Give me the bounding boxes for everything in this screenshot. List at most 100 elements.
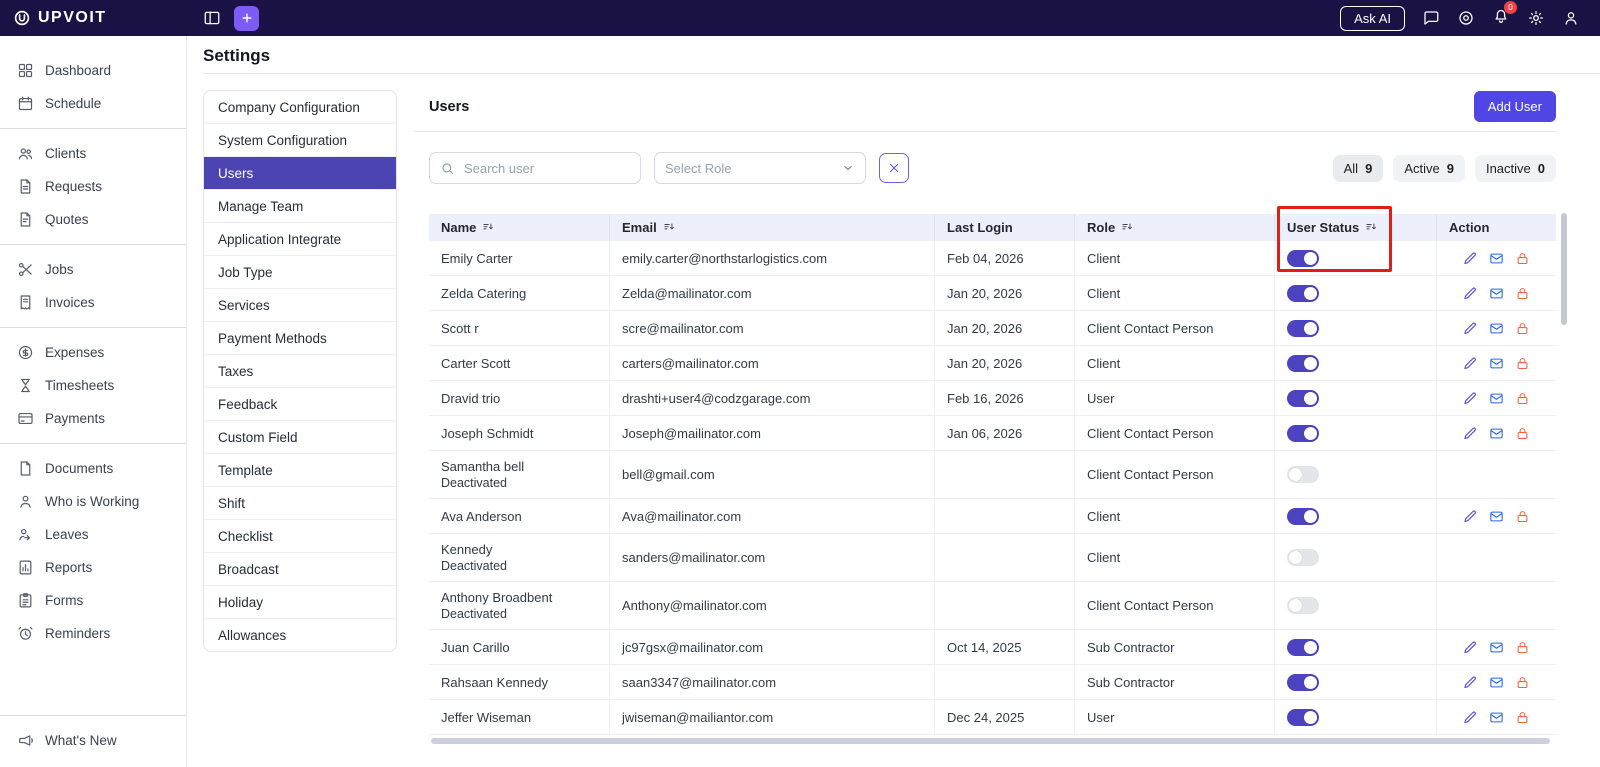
sidebar-item-dashboard[interactable]: Dashboard bbox=[0, 54, 186, 87]
edit-action-button[interactable] bbox=[1463, 391, 1478, 406]
lock-action-button[interactable] bbox=[1515, 675, 1530, 690]
settings-nav-holiday[interactable]: Holiday bbox=[204, 586, 396, 619]
settings-nav-allowances[interactable]: Allowances bbox=[204, 619, 396, 651]
settings-nav-payment-methods[interactable]: Payment Methods bbox=[204, 322, 396, 355]
mail-action-button[interactable] bbox=[1489, 286, 1504, 301]
settings-nav-users[interactable]: Users bbox=[204, 157, 396, 190]
edit-action-button[interactable] bbox=[1463, 251, 1478, 266]
lock-action-button[interactable] bbox=[1515, 356, 1530, 371]
sort-icon[interactable] bbox=[663, 221, 676, 234]
user-status-toggle[interactable] bbox=[1287, 354, 1319, 372]
lock-action-button[interactable] bbox=[1515, 710, 1530, 725]
sidebar-item-timesheets[interactable]: Timesheets bbox=[0, 369, 186, 402]
sidebar-item-reports[interactable]: Reports bbox=[0, 551, 186, 584]
vertical-scrollbar[interactable] bbox=[1561, 213, 1567, 713]
user-status-toggle[interactable] bbox=[1287, 708, 1319, 726]
screen-record-icon[interactable] bbox=[1457, 9, 1475, 27]
clear-filters-button[interactable] bbox=[879, 153, 909, 183]
user-status-toggle[interactable] bbox=[1287, 389, 1319, 407]
mail-action-button[interactable] bbox=[1489, 251, 1504, 266]
user-status-toggle[interactable] bbox=[1287, 319, 1319, 337]
lock-action-button[interactable] bbox=[1515, 251, 1530, 266]
settings-nav-taxes[interactable]: Taxes bbox=[204, 355, 396, 388]
role-select[interactable]: Select Role bbox=[654, 152, 866, 184]
sort-icon[interactable] bbox=[1121, 221, 1134, 234]
sidebar-item-payments[interactable]: Payments bbox=[0, 402, 186, 435]
mail-action-button[interactable] bbox=[1489, 356, 1504, 371]
edit-action-button[interactable] bbox=[1463, 286, 1478, 301]
chat-icon[interactable] bbox=[1422, 9, 1440, 27]
user-profile-icon[interactable] bbox=[1562, 9, 1580, 27]
edit-action-button[interactable] bbox=[1463, 640, 1478, 655]
edit-action-button[interactable] bbox=[1463, 321, 1478, 336]
vertical-scrollbar-thumb[interactable] bbox=[1561, 213, 1567, 325]
sidebar-item-leaves[interactable]: Leaves bbox=[0, 518, 186, 551]
user-status-toggle[interactable] bbox=[1287, 673, 1319, 691]
settings-nav-services[interactable]: Services bbox=[204, 289, 396, 322]
sort-icon[interactable] bbox=[1365, 221, 1378, 234]
settings-gear-icon[interactable] bbox=[1527, 9, 1545, 27]
lock-action-button[interactable] bbox=[1515, 286, 1530, 301]
filter-inactive[interactable]: Inactive 0 bbox=[1474, 154, 1556, 182]
lock-action-button[interactable] bbox=[1515, 640, 1530, 655]
sidebar-collapse-icon[interactable] bbox=[203, 9, 221, 27]
settings-nav-system-configuration[interactable]: System Configuration bbox=[204, 124, 396, 157]
mail-action-button[interactable] bbox=[1489, 509, 1504, 524]
settings-nav-shift[interactable]: Shift bbox=[204, 487, 396, 520]
sidebar-item-who-is-working[interactable]: Who is Working bbox=[0, 485, 186, 518]
mail-action-button[interactable] bbox=[1489, 675, 1504, 690]
sidebar-item-quotes[interactable]: Quotes bbox=[0, 203, 186, 236]
edit-action-button[interactable] bbox=[1463, 426, 1478, 441]
settings-nav-manage-team[interactable]: Manage Team bbox=[204, 190, 396, 223]
sidebar-item-what-s-new[interactable]: What's New bbox=[0, 724, 186, 757]
filter-active[interactable]: Active 9 bbox=[1393, 154, 1465, 182]
settings-nav-checklist[interactable]: Checklist bbox=[204, 520, 396, 553]
column-header-name[interactable]: Name bbox=[429, 214, 610, 241]
mail-action-button[interactable] bbox=[1489, 710, 1504, 725]
settings-nav-feedback[interactable]: Feedback bbox=[204, 388, 396, 421]
sort-icon[interactable] bbox=[482, 221, 495, 234]
create-new-button[interactable] bbox=[234, 5, 259, 31]
edit-action-button[interactable] bbox=[1463, 675, 1478, 690]
add-user-button[interactable]: Add User bbox=[1473, 91, 1556, 122]
search-input[interactable] bbox=[462, 159, 630, 177]
horizontal-scrollbar[interactable] bbox=[431, 738, 1550, 744]
settings-nav-custom-field[interactable]: Custom Field bbox=[204, 421, 396, 454]
settings-nav-broadcast[interactable]: Broadcast bbox=[204, 553, 396, 586]
mail-action-button[interactable] bbox=[1489, 640, 1504, 655]
mail-action-button[interactable] bbox=[1489, 321, 1504, 336]
user-status-toggle[interactable] bbox=[1287, 249, 1319, 267]
mail-action-button[interactable] bbox=[1489, 426, 1504, 441]
sidebar-item-documents[interactable]: Documents bbox=[0, 452, 186, 485]
user-status-toggle[interactable] bbox=[1287, 507, 1319, 525]
user-status-toggle[interactable] bbox=[1287, 424, 1319, 442]
sidebar-item-schedule[interactable]: Schedule bbox=[0, 87, 186, 120]
lock-action-button[interactable] bbox=[1515, 426, 1530, 441]
sidebar-item-expenses[interactable]: Expenses bbox=[0, 336, 186, 369]
filter-all[interactable]: All 9 bbox=[1332, 154, 1384, 182]
sidebar-item-jobs[interactable]: Jobs bbox=[0, 253, 186, 286]
lock-action-button[interactable] bbox=[1515, 321, 1530, 336]
settings-nav-job-type[interactable]: Job Type bbox=[204, 256, 396, 289]
settings-nav-application-integrate[interactable]: Application Integrate bbox=[204, 223, 396, 256]
edit-action-button[interactable] bbox=[1463, 710, 1478, 725]
mail-action-button[interactable] bbox=[1489, 391, 1504, 406]
sidebar-item-requests[interactable]: Requests bbox=[0, 170, 186, 203]
column-header-role[interactable]: Role bbox=[1075, 214, 1275, 241]
settings-nav-company-configuration[interactable]: Company Configuration bbox=[204, 91, 396, 124]
sidebar-item-forms[interactable]: Forms bbox=[0, 584, 186, 617]
lock-action-button[interactable] bbox=[1515, 509, 1530, 524]
edit-action-button[interactable] bbox=[1463, 509, 1478, 524]
column-header-email[interactable]: Email bbox=[610, 214, 935, 241]
settings-nav-template[interactable]: Template bbox=[204, 454, 396, 487]
sidebar-item-reminders[interactable]: Reminders bbox=[0, 617, 186, 650]
column-header-user-status[interactable]: User Status bbox=[1275, 214, 1437, 241]
lock-action-button[interactable] bbox=[1515, 391, 1530, 406]
notifications-button[interactable]: 0 bbox=[1492, 0, 1517, 30]
ask-ai-button[interactable]: Ask AI bbox=[1340, 5, 1405, 31]
sidebar-item-invoices[interactable]: Invoices bbox=[0, 286, 186, 319]
user-status-toggle[interactable] bbox=[1287, 638, 1319, 656]
edit-action-button[interactable] bbox=[1463, 356, 1478, 371]
sidebar-item-clients[interactable]: Clients bbox=[0, 137, 186, 170]
user-status-toggle[interactable] bbox=[1287, 284, 1319, 302]
